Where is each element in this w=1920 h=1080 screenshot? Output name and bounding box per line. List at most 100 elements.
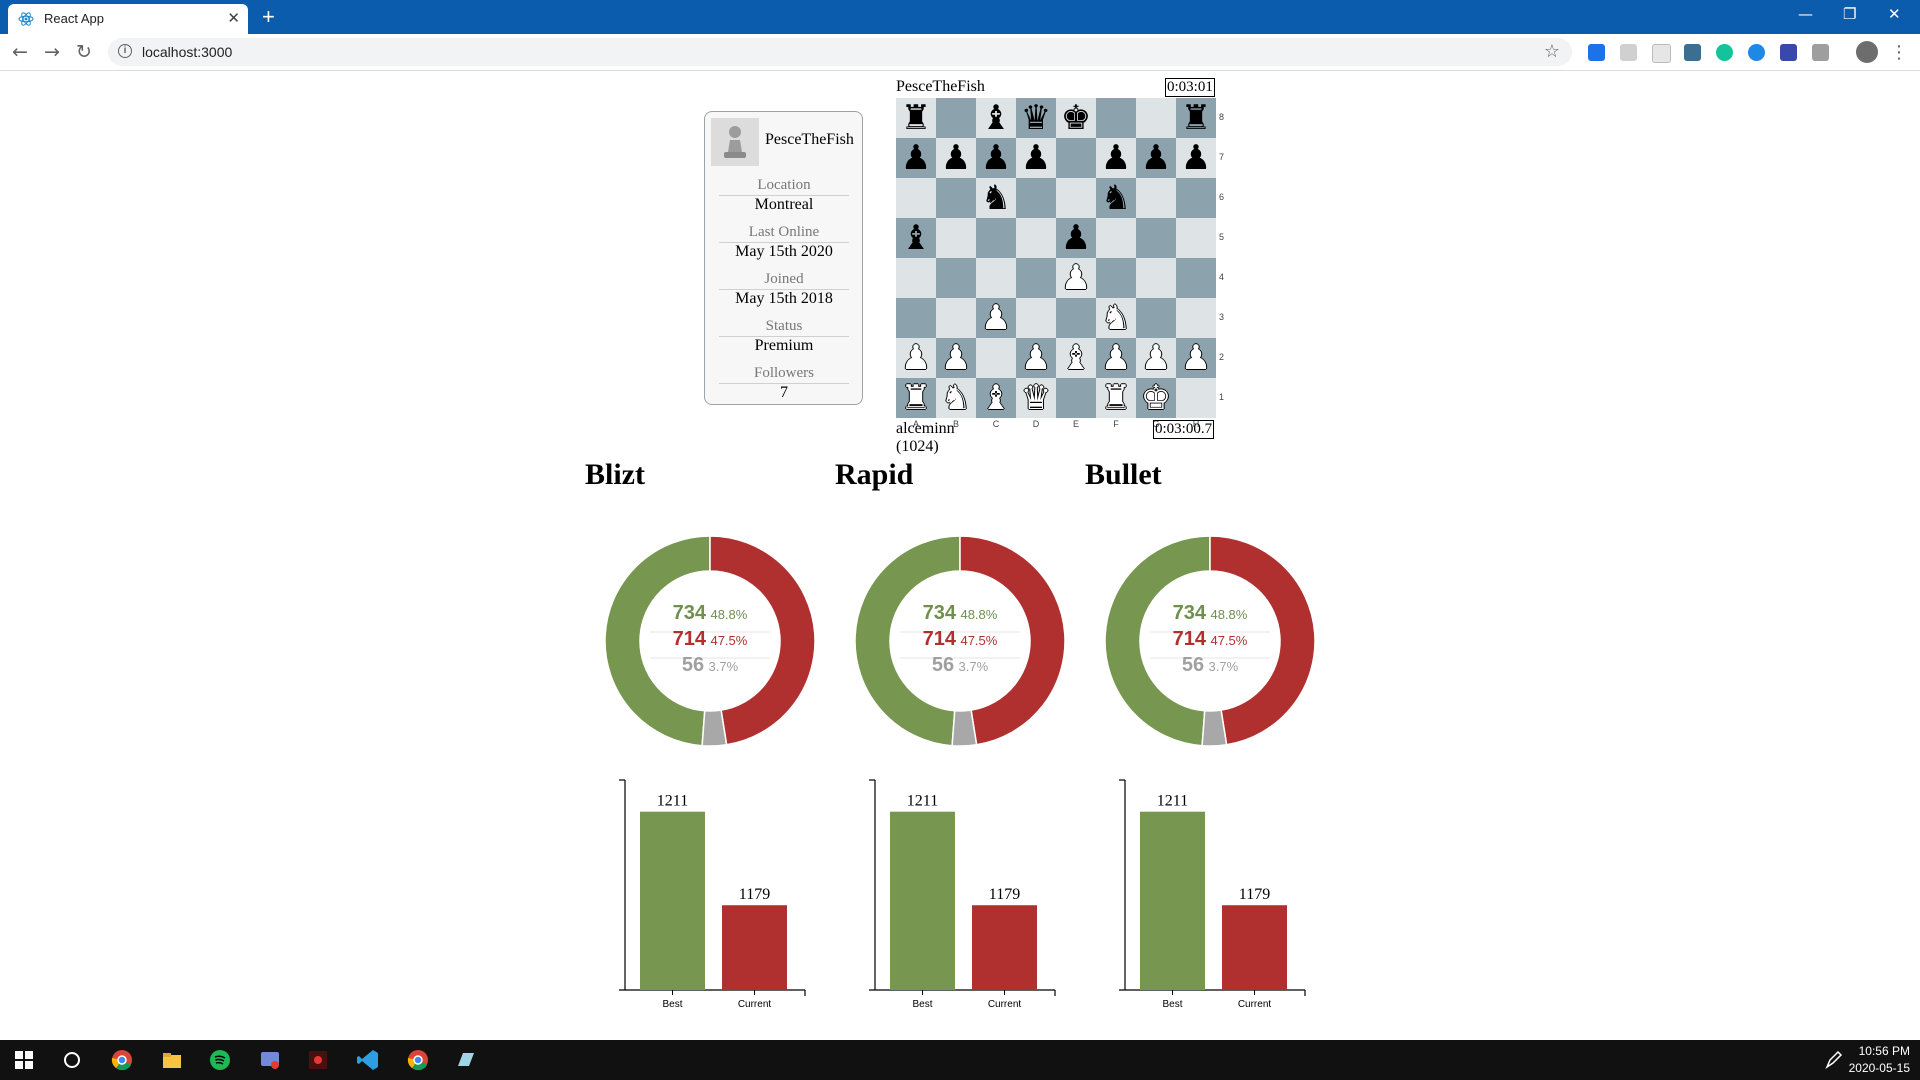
square-d8[interactable]: ♛ — [1016, 98, 1056, 138]
white-knight-icon[interactable]: ♞ — [1101, 301, 1131, 335]
square-a3[interactable] — [896, 298, 936, 338]
white-king-icon[interactable]: ♚ — [1141, 381, 1171, 415]
white-pawn-icon[interactable]: ♟ — [981, 301, 1011, 335]
square-e7[interactable] — [1056, 138, 1096, 178]
square-c4[interactable] — [976, 258, 1016, 298]
square-b2[interactable]: ♟ — [936, 338, 976, 378]
info-icon[interactable]: i — [118, 44, 132, 58]
minimize-icon[interactable]: — — [1798, 5, 1813, 23]
square-e6[interactable] — [1056, 178, 1096, 218]
square-f3[interactable]: ♞ — [1096, 298, 1136, 338]
white-rook-icon[interactable]: ♜ — [901, 381, 931, 415]
grammarly-icon[interactable] — [1716, 44, 1733, 61]
white-rook-icon[interactable]: ♜ — [1101, 381, 1131, 415]
close-window-icon[interactable]: ✕ — [1888, 5, 1901, 23]
square-d5[interactable] — [1016, 218, 1056, 258]
restore-icon[interactable]: ❐ — [1843, 5, 1856, 23]
white-knight-icon[interactable]: ♞ — [941, 381, 971, 415]
square-a6[interactable] — [896, 178, 936, 218]
pen-icon[interactable] — [1822, 1048, 1846, 1072]
white-pawn-icon[interactable]: ♟ — [1181, 341, 1211, 375]
black-rook-icon[interactable]: ♜ — [1181, 101, 1211, 135]
square-f6[interactable]: ♞ — [1096, 178, 1136, 218]
app-icon[interactable] — [258, 1048, 282, 1072]
vscode-icon[interactable] — [356, 1048, 380, 1072]
square-b7[interactable]: ♟ — [936, 138, 976, 178]
square-d6[interactable] — [1016, 178, 1056, 218]
black-pawn-icon[interactable]: ♟ — [1141, 141, 1171, 175]
square-a5[interactable]: ♝ — [896, 218, 936, 258]
black-knight-icon[interactable]: ♞ — [1101, 181, 1131, 215]
chrome-icon[interactable] — [110, 1048, 134, 1072]
white-pawn-icon[interactable]: ♟ — [941, 341, 971, 375]
square-h6[interactable] — [1176, 178, 1216, 218]
square-h2[interactable]: ♟ — [1176, 338, 1216, 378]
bookmark-star-icon[interactable]: ☆ — [1544, 41, 1560, 62]
square-h1[interactable] — [1176, 378, 1216, 418]
forward-icon[interactable]: → — [44, 41, 60, 63]
square-d1[interactable]: ♛ — [1016, 378, 1056, 418]
square-c2[interactable] — [976, 338, 1016, 378]
square-c1[interactable]: ♝ — [976, 378, 1016, 418]
clock-date[interactable]: 2020-05-15 — [1849, 1061, 1910, 1075]
square-e4[interactable]: ♟ — [1056, 258, 1096, 298]
extension-icon[interactable] — [1620, 44, 1637, 61]
square-b6[interactable] — [936, 178, 976, 218]
square-a1[interactable]: ♜ — [896, 378, 936, 418]
square-c8[interactable]: ♝ — [976, 98, 1016, 138]
square-c6[interactable]: ♞ — [976, 178, 1016, 218]
black-pawn-icon[interactable]: ♟ — [1061, 221, 1091, 255]
browser-tab[interactable]: React App ✕ — [8, 4, 248, 34]
square-f1[interactable]: ♜ — [1096, 378, 1136, 418]
extension-new-icon[interactable] — [1588, 44, 1605, 61]
windows-start-icon[interactable] — [12, 1048, 36, 1072]
black-pawn-icon[interactable]: ♟ — [1021, 141, 1051, 175]
white-pawn-icon[interactable]: ♟ — [1021, 341, 1051, 375]
square-g4[interactable] — [1136, 258, 1176, 298]
white-pawn-icon[interactable]: ♟ — [1101, 341, 1131, 375]
black-pawn-icon[interactable]: ♟ — [1101, 141, 1131, 175]
white-pawn-icon[interactable]: ♟ — [1141, 341, 1171, 375]
square-g8[interactable] — [1136, 98, 1176, 138]
square-h5[interactable] — [1176, 218, 1216, 258]
extension-icon[interactable] — [1684, 44, 1701, 61]
square-e5[interactable]: ♟ — [1056, 218, 1096, 258]
app-icon[interactable] — [454, 1048, 478, 1072]
square-g5[interactable] — [1136, 218, 1176, 258]
reload-icon[interactable]: ↻ — [76, 41, 92, 63]
black-bishop-icon[interactable]: ♝ — [901, 221, 931, 255]
square-f5[interactable] — [1096, 218, 1136, 258]
square-a2[interactable]: ♟ — [896, 338, 936, 378]
square-g3[interactable] — [1136, 298, 1176, 338]
clock-time[interactable]: 10:56 PM — [1859, 1044, 1910, 1058]
black-king-icon[interactable]: ♚ — [1061, 101, 1091, 135]
square-b4[interactable] — [936, 258, 976, 298]
square-e1[interactable] — [1056, 378, 1096, 418]
square-f4[interactable] — [1096, 258, 1136, 298]
square-d4[interactable] — [1016, 258, 1056, 298]
square-a4[interactable] — [896, 258, 936, 298]
square-a7[interactable]: ♟ — [896, 138, 936, 178]
square-b1[interactable]: ♞ — [936, 378, 976, 418]
square-f8[interactable] — [1096, 98, 1136, 138]
square-h7[interactable]: ♟ — [1176, 138, 1216, 178]
square-g6[interactable] — [1136, 178, 1176, 218]
extension-icon[interactable] — [1812, 44, 1829, 61]
black-knight-icon[interactable]: ♞ — [981, 181, 1011, 215]
white-queen-icon[interactable]: ♛ — [1021, 381, 1051, 415]
profile-avatar-icon[interactable] — [1856, 41, 1878, 63]
square-b5[interactable] — [936, 218, 976, 258]
square-d2[interactable]: ♟ — [1016, 338, 1056, 378]
square-b8[interactable] — [936, 98, 976, 138]
extension-icon[interactable] — [1748, 44, 1765, 61]
url-text[interactable]: localhost:3000 — [142, 44, 232, 60]
black-rook-icon[interactable]: ♜ — [901, 101, 931, 135]
black-pawn-icon[interactable]: ♟ — [981, 141, 1011, 175]
square-g2[interactable]: ♟ — [1136, 338, 1176, 378]
square-h3[interactable] — [1176, 298, 1216, 338]
black-pawn-icon[interactable]: ♟ — [1181, 141, 1211, 175]
square-a8[interactable]: ♜ — [896, 98, 936, 138]
square-f2[interactable]: ♟ — [1096, 338, 1136, 378]
square-g1[interactable]: ♚ — [1136, 378, 1176, 418]
square-b3[interactable] — [936, 298, 976, 338]
